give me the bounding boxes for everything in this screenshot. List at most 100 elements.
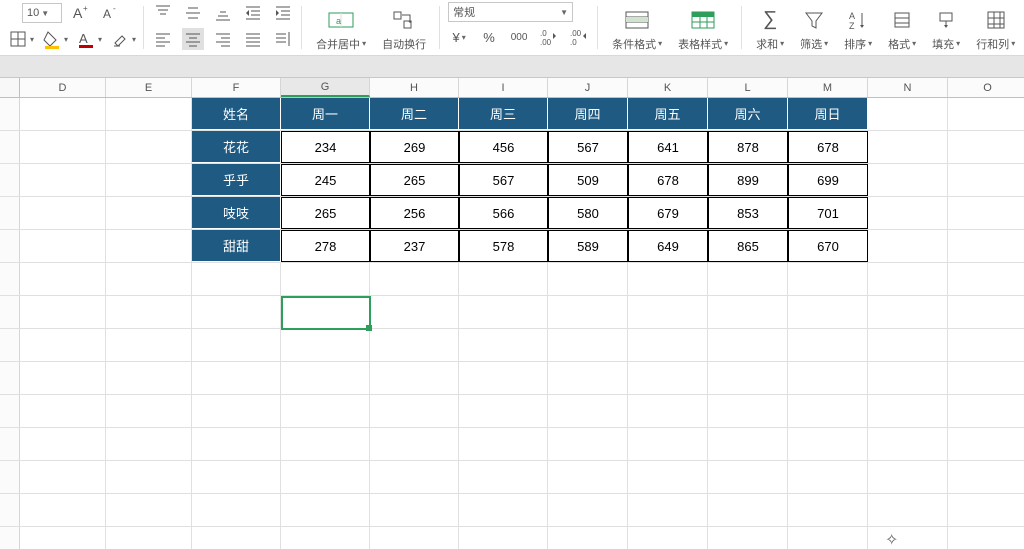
col-header[interactable]: E (106, 78, 192, 97)
svg-text:.00: .00 (540, 38, 552, 47)
group-merge: a 合并居中▾ 自动换行 (302, 0, 440, 55)
orientation-icon[interactable] (272, 28, 294, 50)
rowscols-button[interactable]: 行和列▾ (970, 4, 1021, 52)
cell[interactable]: 256 (370, 197, 459, 229)
comma-icon[interactable]: 000 (508, 26, 530, 48)
filter-button[interactable]: 筛选▾ (794, 4, 834, 52)
col-header[interactable]: K (628, 78, 708, 97)
align-left-icon[interactable] (152, 28, 174, 50)
clear-format-icon[interactable]: ▾ (110, 28, 136, 50)
col-header[interactable]: L (708, 78, 788, 97)
align-right-icon[interactable] (212, 28, 234, 50)
cell[interactable]: 265 (281, 197, 370, 229)
cell[interactable]: 567 (548, 131, 628, 163)
cell[interactable]: 580 (548, 197, 628, 229)
cell[interactable]: 678 (788, 131, 868, 163)
table-row: 花花 234 269 456 567 641 878 678 (0, 131, 1024, 164)
cell[interactable]: 649 (628, 230, 708, 262)
increase-decimal-icon[interactable]: .0.00 (538, 26, 560, 48)
align-middle-icon[interactable] (182, 2, 204, 24)
col-header-selected[interactable]: G (281, 78, 370, 97)
col-header[interactable]: F (192, 78, 281, 97)
font-size-select[interactable]: 10 ▼ (22, 3, 62, 23)
col-header[interactable]: J (548, 78, 628, 97)
svg-text:.0: .0 (570, 38, 577, 47)
row-name[interactable]: 甜甜 (192, 230, 281, 262)
cell[interactable]: 509 (548, 164, 628, 196)
align-top-icon[interactable] (152, 2, 174, 24)
currency-icon[interactable]: ¥▾ (448, 26, 470, 48)
row-name[interactable]: 吱吱 (192, 197, 281, 229)
table-row: 甜甜 278 237 578 589 649 865 670 (0, 230, 1024, 263)
cell[interactable]: 456 (459, 131, 548, 163)
cell[interactable]: 578 (459, 230, 548, 262)
svg-text:A: A (79, 31, 88, 46)
svg-text:A: A (849, 11, 855, 21)
percent-icon[interactable]: % (478, 26, 500, 48)
table-header[interactable]: 周一 (281, 98, 370, 130)
table-header[interactable]: 周四 (548, 98, 628, 130)
merge-center-icon: a (327, 6, 355, 34)
cell[interactable]: 269 (370, 131, 459, 163)
sort-button[interactable]: AZ 排序▾ (838, 4, 878, 52)
cell[interactable]: 678 (628, 164, 708, 196)
col-header[interactable]: M (788, 78, 868, 97)
col-header[interactable]: I (459, 78, 548, 97)
col-header[interactable]: H (370, 78, 459, 97)
fill-icon (935, 6, 957, 34)
cell[interactable]: 641 (628, 131, 708, 163)
cell[interactable]: 265 (370, 164, 459, 196)
auto-wrap-button[interactable]: 自动换行 (376, 4, 432, 52)
cell[interactable]: 701 (788, 197, 868, 229)
align-justify-icon[interactable] (242, 28, 264, 50)
spreadsheet-grid[interactable]: D E F G H I J K L M N O 姓名 周一 周二 周三 周四 周… (0, 78, 1024, 549)
cell[interactable]: 245 (281, 164, 370, 196)
table-header[interactable]: 姓名 (192, 98, 281, 130)
cell[interactable]: 278 (281, 230, 370, 262)
cell[interactable]: 679 (628, 197, 708, 229)
table-header[interactable]: 周二 (370, 98, 459, 130)
table-header[interactable]: 周三 (459, 98, 548, 130)
cell[interactable]: 566 (459, 197, 548, 229)
group-font: 10 ▼ A + A - ▾ (0, 0, 144, 55)
cell[interactable]: 237 (370, 230, 459, 262)
group-editing: ∑ 求和▾ 筛选▾ AZ 排序▾ 格式▾ 填充▾ (742, 0, 1024, 55)
cell[interactable]: 899 (708, 164, 788, 196)
fill-button[interactable]: 填充▾ (926, 4, 966, 52)
column-headers[interactable]: D E F G H I J K L M N O (0, 78, 1024, 98)
decrease-decimal-icon[interactable]: .00.0 (568, 26, 590, 48)
cell[interactable]: 567 (459, 164, 548, 196)
format-button[interactable]: 格式▾ (882, 4, 922, 52)
cell[interactable]: 853 (708, 197, 788, 229)
border-icon[interactable]: ▾ (8, 28, 34, 50)
table-header[interactable]: 周五 (628, 98, 708, 130)
table-header[interactable]: 周六 (708, 98, 788, 130)
row-name[interactable]: 乎乎 (192, 164, 281, 196)
merge-center-button[interactable]: a 合并居中▾ (310, 4, 372, 52)
conditional-format-button[interactable]: 条件格式▾ (606, 4, 668, 52)
fill-color-icon[interactable]: ▾ (42, 28, 68, 50)
col-header[interactable]: O (948, 78, 1024, 97)
table-header[interactable]: 周日 (788, 98, 868, 130)
cell[interactable]: 234 (281, 131, 370, 163)
align-bottom-icon[interactable] (212, 2, 234, 24)
table-style-button[interactable]: 表格样式▾ (672, 4, 734, 52)
decrease-indent-icon[interactable] (242, 2, 264, 24)
increase-indent-icon[interactable] (272, 2, 294, 24)
cell[interactable]: 878 (708, 131, 788, 163)
cursor-plus-icon: ✧ (885, 530, 898, 549)
row-name[interactable]: 花花 (192, 131, 281, 163)
number-format-select[interactable]: 常规 ▼ (448, 2, 573, 22)
increase-font-icon[interactable]: A + (70, 2, 92, 24)
cell[interactable]: 589 (548, 230, 628, 262)
cell[interactable]: 699 (788, 164, 868, 196)
col-header[interactable]: N (868, 78, 948, 97)
sum-button[interactable]: ∑ 求和▾ (750, 4, 790, 52)
group-alignment (144, 0, 302, 55)
cell[interactable]: 865 (708, 230, 788, 262)
font-color-icon[interactable]: A▾ (76, 28, 102, 50)
col-header[interactable]: D (20, 78, 106, 97)
align-center-icon[interactable] (182, 28, 204, 50)
cell[interactable]: 670 (788, 230, 868, 262)
decrease-font-icon[interactable]: A - (100, 2, 122, 24)
